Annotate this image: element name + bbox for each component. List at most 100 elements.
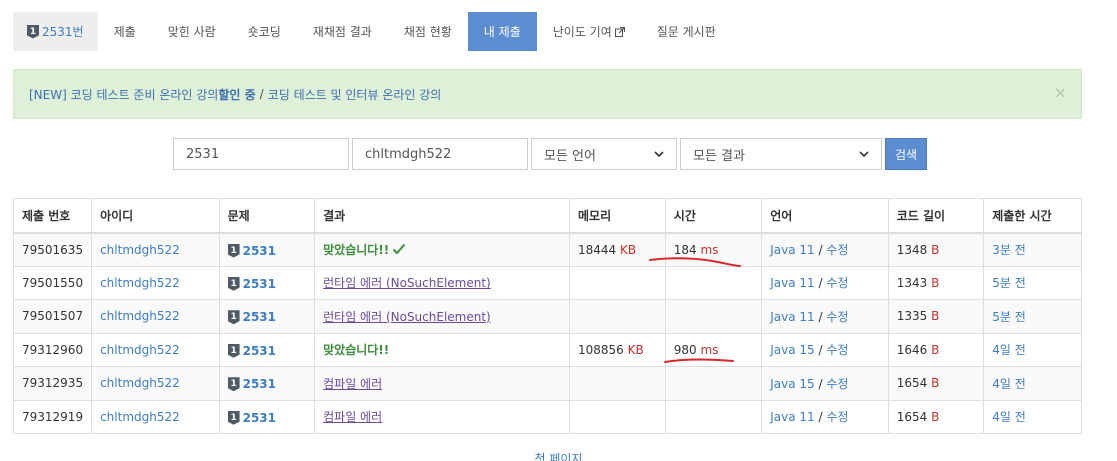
cell-result: 런타임 에러 (NoSuchElement): [314, 265, 570, 300]
result-select[interactable]: 모든 결과: [680, 138, 882, 170]
language-separator: /: [818, 309, 823, 324]
user-link[interactable]: chltmdgh522: [100, 343, 180, 357]
language-link[interactable]: Java 11: [770, 310, 814, 324]
submitted-at-link[interactable]: 5분 전: [992, 276, 1026, 290]
edit-link[interactable]: 수정: [826, 310, 848, 324]
language-link[interactable]: Java 11: [770, 243, 814, 257]
first-page-link[interactable]: 첫 페이지: [535, 452, 583, 461]
cell-user: chltmdgh522: [91, 366, 220, 401]
language-separator: /: [818, 376, 823, 391]
cell-memory: [569, 399, 666, 434]
cell-code-length: 1654 B: [887, 399, 985, 434]
code-length-value: 1335: [896, 309, 928, 324]
table-row: 79501507 chltmdgh522 1 2531 런타임 에러 (NoSuchEl…: [12, 299, 1082, 334]
submitted-at-link[interactable]: 4일 전: [992, 343, 1026, 357]
code-length-unit: B: [931, 376, 940, 391]
cell-code-length: 1654 B: [887, 366, 985, 401]
edit-link[interactable]: 수정: [826, 377, 848, 391]
submitted-at-link[interactable]: 4일 전: [992, 410, 1026, 424]
cell-user: chltmdgh522: [91, 265, 220, 300]
code-length-unit: B: [931, 242, 940, 257]
tab-shortcoding[interactable]: 숏코딩: [232, 12, 297, 51]
user-id-input[interactable]: chltmdgh522: [352, 138, 528, 170]
language-link[interactable]: Java 11: [770, 276, 814, 290]
tier-badge-icon: 1: [227, 377, 240, 392]
tab-solvers[interactable]: 맞힌 사람: [152, 12, 232, 51]
code-length-unit: B: [931, 275, 940, 290]
result-text[interactable]: 컴파일 에러: [323, 410, 382, 424]
language-link[interactable]: Java 11: [770, 410, 814, 424]
problem-link[interactable]: 1 2531: [227, 310, 276, 325]
problem-id-input[interactable]: 2531: [173, 138, 349, 170]
time-value: 184: [673, 242, 697, 257]
problem-id: 2531: [242, 243, 276, 258]
search-button[interactable]: 검색: [885, 138, 927, 170]
code-length-unit: B: [931, 409, 940, 424]
promo-alert: [NEW] 코딩 테스트 준비 온라인 강의 할인 중 / 코딩 테스트 및 인…: [13, 69, 1082, 119]
cell-result: 맞았습니다!!: [314, 332, 570, 367]
problem-link[interactable]: 1 2531: [227, 243, 276, 258]
edit-link[interactable]: 수정: [826, 343, 848, 357]
close-icon[interactable]: ×: [1054, 83, 1067, 102]
result-text[interactable]: 런타임 에러 (NoSuchElement): [323, 310, 491, 324]
result-text: 맞았습니다!!: [323, 343, 390, 358]
user-link[interactable]: chltmdgh522: [100, 276, 180, 290]
alert-prefix[interactable]: [NEW] 코딩 테스트 준비 온라인 강의: [29, 86, 218, 103]
language-select-value: 모든 언어: [544, 148, 596, 164]
cell-submitted-at: 3분 전: [983, 232, 1082, 267]
cell-user: chltmdgh522: [91, 299, 220, 334]
submitted-at-link[interactable]: 4일 전: [992, 377, 1026, 391]
cell-language: Java 15 / 수정: [761, 332, 889, 367]
language-separator: /: [818, 276, 823, 291]
user-link[interactable]: chltmdgh522: [100, 376, 180, 390]
tab-rejudge[interactable]: 재채점 결과: [297, 12, 388, 51]
user-link[interactable]: chltmdgh522: [100, 243, 180, 257]
time-value: 980: [673, 342, 697, 357]
problem-id: 2531: [242, 343, 276, 358]
tab-problem[interactable]: 1 2531번: [13, 12, 98, 51]
cell-language: Java 15 / 수정: [761, 366, 889, 401]
tier-badge-icon: 1: [27, 24, 39, 39]
problem-link[interactable]: 1 2531: [227, 343, 276, 358]
language-link[interactable]: Java 15: [770, 343, 814, 357]
problem-link[interactable]: 1 2531: [227, 377, 276, 392]
language-select[interactable]: 모든 언어: [531, 138, 677, 170]
memory-unit: KB: [620, 242, 637, 257]
edit-link[interactable]: 수정: [826, 276, 848, 290]
header-memory: 메모리: [569, 198, 666, 234]
submitted-at-link[interactable]: 5분 전: [992, 310, 1026, 324]
alert-suffix[interactable]: 코딩 테스트 및 인터뷰 온라인 강의: [268, 86, 442, 103]
user-link[interactable]: chltmdgh522: [100, 309, 180, 323]
result-text[interactable]: 런타임 에러 (NoSuchElement): [323, 276, 491, 290]
cell-submitted-at: 4일 전: [983, 332, 1082, 367]
tab-status[interactable]: 채점 현황: [388, 12, 468, 51]
cell-submission-id: 79312960: [12, 332, 93, 367]
tab-submit[interactable]: 제출: [98, 12, 152, 51]
problem-link[interactable]: 1 2531: [227, 276, 276, 291]
cell-problem: 1 2531: [218, 232, 316, 267]
problem-id: 2531: [242, 410, 276, 425]
tab-problem-label: 2531번: [42, 25, 84, 39]
submitted-at-link[interactable]: 3분 전: [992, 243, 1026, 257]
language-separator: /: [818, 343, 823, 358]
tab-my-submissions[interactable]: 내 제출: [467, 12, 537, 51]
check-icon: [393, 243, 406, 255]
edit-link[interactable]: 수정: [826, 410, 848, 424]
cell-time: [664, 399, 763, 434]
cell-submission-id: 79501550: [12, 265, 93, 300]
cell-memory: [569, 299, 666, 334]
result-text[interactable]: 컴파일 에러: [323, 377, 382, 391]
table-row: 79501635 chltmdgh522 1 2531 맞았습니다!! 18444 KB 1…: [12, 232, 1082, 267]
table-row: 79501550 chltmdgh522 1 2531 런타임 에러 (NoSuchEl…: [12, 265, 1082, 300]
header-result: 결과: [314, 198, 570, 234]
language-link[interactable]: Java 15: [770, 377, 814, 391]
cell-problem: 1 2531: [218, 332, 316, 367]
alert-highlight[interactable]: 할인 중: [218, 86, 255, 103]
edit-link[interactable]: 수정: [826, 243, 848, 257]
tab-board[interactable]: 질문 게시판: [641, 12, 732, 51]
tab-difficulty[interactable]: 난이도 기여: [537, 12, 641, 51]
user-link[interactable]: chltmdgh522: [100, 410, 180, 424]
problem-link[interactable]: 1 2531: [227, 410, 276, 425]
search-form: 2531 chltmdgh522 모든 언어 모든 결과 검색: [173, 138, 927, 170]
code-length-value: 1348: [896, 242, 928, 257]
